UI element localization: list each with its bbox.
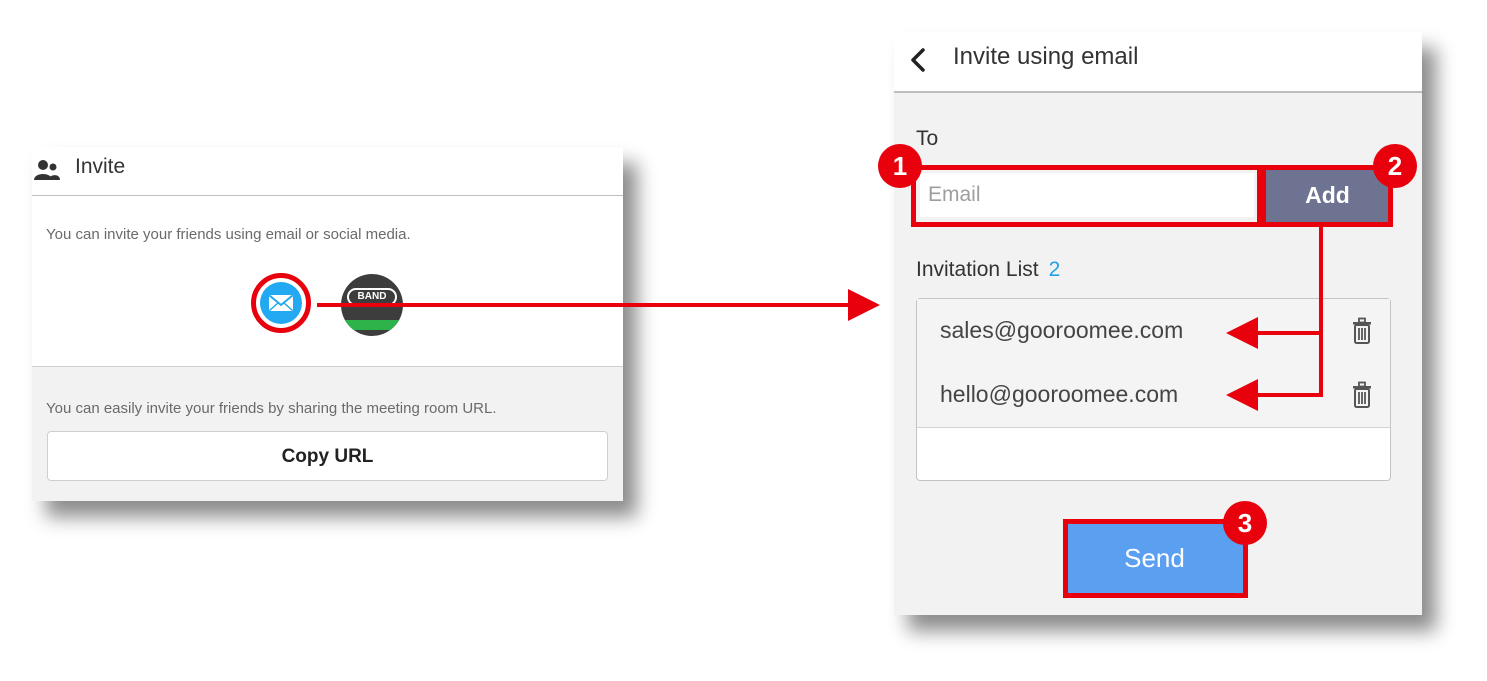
step-badge-3: 3 — [1223, 501, 1267, 545]
send-button-highlight — [1063, 519, 1248, 598]
to-label: To — [916, 127, 939, 150]
invitation-count: 2 — [1048, 258, 1061, 281]
people-icon — [34, 160, 60, 180]
trash-icon[interactable] — [1351, 317, 1373, 345]
social-invite-section: You can invite your friends using email … — [32, 196, 623, 367]
email-share-button[interactable] — [251, 273, 311, 333]
invitation-item: hello@gooroomee.com — [917, 363, 1390, 428]
invitation-list: sales@gooroomee.com hello@gooroomee.com — [916, 298, 1391, 481]
band-logo-stripe — [341, 320, 403, 330]
band-share-button[interactable]: BAND — [341, 274, 403, 336]
email-panel-header: Invite using email — [894, 32, 1422, 93]
step-badge-2: 2 — [1373, 144, 1417, 188]
copy-url-button[interactable]: Copy URL — [47, 431, 608, 481]
email-input-highlight — [911, 165, 1262, 227]
trash-icon[interactable] — [1351, 381, 1373, 409]
invitation-email: sales@gooroomee.com — [940, 317, 1184, 343]
social-invite-text: You can invite your friends using email … — [46, 226, 411, 243]
invite-panel: Invite You can invite your friends using… — [32, 147, 623, 501]
chevron-left-icon[interactable] — [908, 45, 928, 75]
invitation-item: sales@gooroomee.com — [917, 299, 1390, 364]
invite-title: Invite — [75, 155, 126, 178]
invite-header: Invite — [32, 147, 623, 196]
email-panel-title: Invite using email — [953, 43, 1139, 70]
envelope-icon — [268, 294, 294, 312]
email-share-icon-bg — [260, 282, 302, 324]
add-button-highlight — [1261, 165, 1393, 227]
invitation-email: hello@gooroomee.com — [940, 381, 1179, 407]
step-badge-1: 1 — [878, 144, 922, 188]
url-invite-text: You can easily invite your friends by sh… — [46, 400, 497, 417]
band-logo-label: BAND — [347, 288, 397, 306]
invitation-list-label: Invitation List — [916, 258, 1039, 281]
invitation-list-heading: Invitation List 2 — [916, 258, 1060, 282]
